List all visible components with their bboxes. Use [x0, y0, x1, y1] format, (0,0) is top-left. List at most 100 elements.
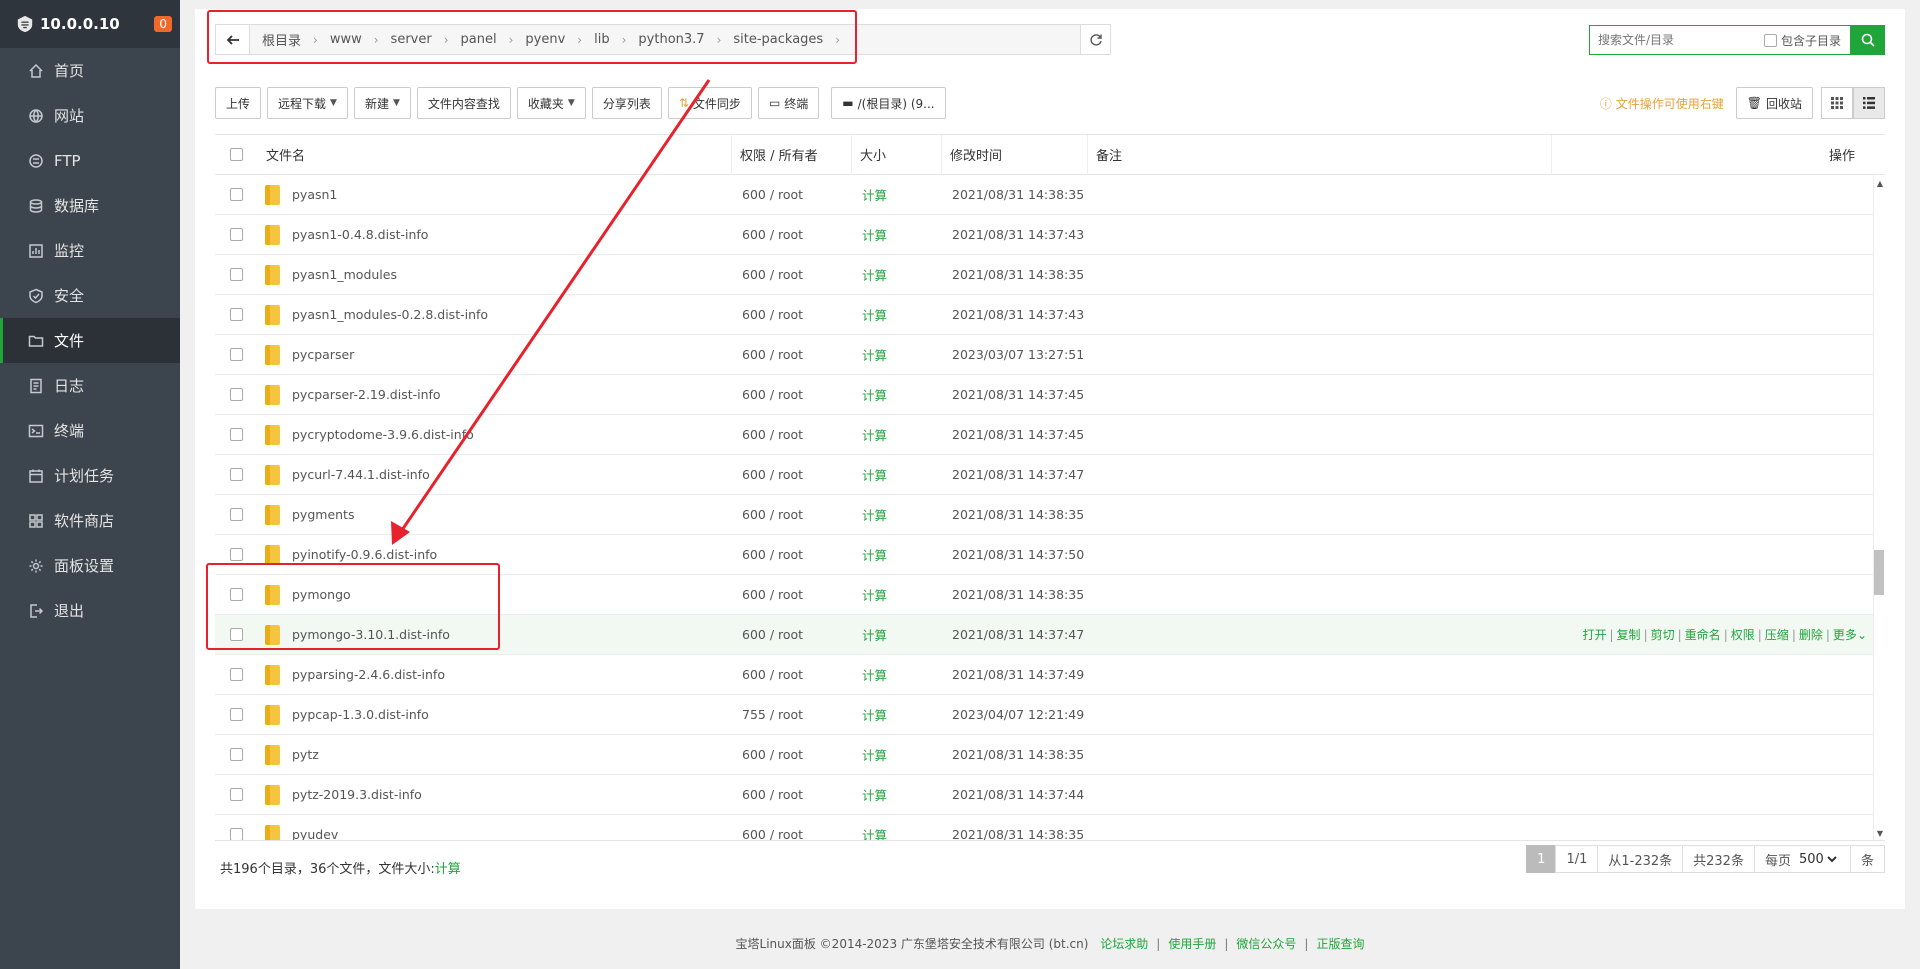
- breadcrumb-item[interactable]: 根目录: [258, 30, 305, 49]
- row-action-5[interactable]: 压缩: [1765, 628, 1789, 642]
- permission-cell[interactable]: 600 / root: [732, 667, 852, 682]
- search-button[interactable]: [1851, 25, 1885, 55]
- sidebar-item-12[interactable]: 退出: [0, 588, 180, 633]
- remote-download-button[interactable]: 远程下载 ▼: [267, 87, 348, 119]
- table-row[interactable]: pypcap-1.3.0.dist-info 755 / root 计算 2023/0…: [215, 695, 1885, 735]
- notification-badge[interactable]: 0: [154, 16, 172, 32]
- size-calc-link[interactable]: 计算: [852, 305, 942, 324]
- col-name[interactable]: 文件名: [258, 135, 732, 175]
- col-mtime[interactable]: 修改时间: [942, 135, 1088, 175]
- file-name[interactable]: pyasn1_modules-0.2.8.dist-info: [292, 307, 488, 322]
- row-checkbox[interactable]: [230, 348, 243, 361]
- row-action-7[interactable]: 更多: [1833, 628, 1857, 642]
- file-name[interactable]: pyasn1_modules: [292, 267, 397, 282]
- size-calc-link[interactable]: 计算: [852, 465, 942, 484]
- upload-button[interactable]: 上传: [215, 87, 262, 119]
- size-calc-link[interactable]: 计算: [852, 185, 942, 204]
- table-row[interactable]: pyinotify-0.9.6.dist-info 600 / root 计算 202…: [215, 535, 1885, 575]
- table-row[interactable]: pymongo 600 / root 计算 2021/08/31 14:38:35: [215, 575, 1885, 615]
- file-name[interactable]: pytz: [292, 747, 319, 762]
- permission-cell[interactable]: 600 / root: [732, 747, 852, 762]
- table-row[interactable]: pycryptodome-3.9.6.dist-info 600 / root 计算…: [215, 415, 1885, 455]
- row-select[interactable]: [215, 308, 258, 321]
- file-name-cell[interactable]: pyparsing-2.4.6.dist-info: [258, 664, 732, 685]
- file-name-cell[interactable]: pyasn1_modules-0.2.8.dist-info: [258, 304, 732, 325]
- size-calc-link[interactable]: 计算: [852, 745, 942, 764]
- breadcrumb-item[interactable]: pyenv: [521, 32, 569, 47]
- footer-link[interactable]: 微信公众号: [1236, 937, 1296, 951]
- per-page-select[interactable]: 500: [1794, 850, 1840, 868]
- permission-cell[interactable]: 600 / root: [732, 507, 852, 522]
- file-name-cell[interactable]: pycparser-2.19.dist-info: [258, 384, 732, 405]
- sidebar-item-1[interactable]: 网站: [0, 93, 180, 138]
- row-select[interactable]: [215, 468, 258, 481]
- scrollbar[interactable]: ▲ ▼: [1873, 175, 1885, 840]
- permission-cell[interactable]: 600 / root: [732, 347, 852, 362]
- table-row[interactable]: pycparser-2.19.dist-info 600 / root 计算 2021…: [215, 375, 1885, 415]
- search-input[interactable]: [1598, 33, 1758, 47]
- col-size[interactable]: 大小: [852, 135, 942, 175]
- calc-total-size-link[interactable]: 计算: [435, 862, 461, 877]
- scroll-thumb[interactable]: [1874, 550, 1884, 595]
- row-checkbox[interactable]: [230, 708, 243, 721]
- file-name[interactable]: pycparser: [292, 347, 354, 362]
- permission-cell[interactable]: 600 / root: [732, 467, 852, 482]
- permission-cell[interactable]: 600 / root: [732, 227, 852, 242]
- sidebar-item-0[interactable]: 首页: [0, 48, 180, 93]
- row-checkbox[interactable]: [230, 388, 243, 401]
- row-checkbox[interactable]: [230, 828, 243, 840]
- table-row[interactable]: pytz-2019.3.dist-info 600 / root 计算 2021/08…: [215, 775, 1885, 815]
- row-select[interactable]: [215, 228, 258, 241]
- row-select[interactable]: [215, 668, 258, 681]
- row-select[interactable]: [215, 428, 258, 441]
- row-checkbox[interactable]: [230, 548, 243, 561]
- file-sync-button[interactable]: ⇅ 文件同步: [667, 87, 752, 119]
- back-button[interactable]: [216, 25, 250, 54]
- file-name-cell[interactable]: pycparser: [258, 344, 732, 365]
- permission-cell[interactable]: 755 / root: [732, 707, 852, 722]
- footer-link[interactable]: 论坛求助: [1100, 937, 1148, 951]
- file-name-cell[interactable]: pyasn1_modules: [258, 264, 732, 285]
- include-subdir-checkbox[interactable]: [1764, 33, 1777, 47]
- row-action-4[interactable]: 权限: [1731, 628, 1755, 642]
- file-name[interactable]: pycparser-2.19.dist-info: [292, 387, 441, 402]
- size-calc-link[interactable]: 计算: [852, 425, 942, 444]
- row-action-6[interactable]: 删除: [1799, 628, 1823, 642]
- table-row[interactable]: pyasn1-0.4.8.dist-info 600 / root 计算 2021/0…: [215, 215, 1885, 255]
- row-checkbox[interactable]: [230, 268, 243, 281]
- permission-cell[interactable]: 600 / root: [732, 627, 852, 642]
- row-select[interactable]: [215, 788, 258, 801]
- favorites-button[interactable]: 收藏夹 ▼: [516, 87, 586, 119]
- breadcrumb-item[interactable]: python3.7: [634, 32, 708, 47]
- table-row[interactable]: pytz 600 / root 计算 2021/08/31 14:38:35: [215, 735, 1885, 775]
- file-name[interactable]: pymongo: [292, 587, 351, 602]
- file-name[interactable]: pyparsing-2.4.6.dist-info: [292, 667, 445, 682]
- file-name[interactable]: pycryptodome-3.9.6.dist-info: [292, 427, 474, 442]
- sidebar-item-7[interactable]: 日志: [0, 363, 180, 408]
- row-select[interactable]: [215, 588, 258, 601]
- file-name[interactable]: pytz-2019.3.dist-info: [292, 787, 422, 802]
- table-row[interactable]: pycparser 600 / root 计算 2023/03/07 13:27:51: [215, 335, 1885, 375]
- file-name-cell[interactable]: pyasn1-0.4.8.dist-info: [258, 224, 732, 245]
- permission-cell[interactable]: 600 / root: [732, 427, 852, 442]
- table-row[interactable]: pycurl-7.44.1.dist-info 600 / root 计算 2021/…: [215, 455, 1885, 495]
- row-select[interactable]: [215, 748, 258, 761]
- grid-view-button[interactable]: [1821, 87, 1853, 119]
- row-select[interactable]: [215, 388, 258, 401]
- row-checkbox[interactable]: [230, 468, 243, 481]
- recycle-bin-button[interactable]: 🗑 回收站: [1735, 87, 1813, 119]
- row-action-1[interactable]: 复制: [1617, 628, 1641, 642]
- row-checkbox[interactable]: [230, 428, 243, 441]
- select-all-checkbox[interactable]: [230, 148, 243, 161]
- file-name-cell[interactable]: pycurl-7.44.1.dist-info: [258, 464, 732, 485]
- row-checkbox[interactable]: [230, 188, 243, 201]
- list-view-button[interactable]: [1853, 87, 1885, 119]
- permission-cell[interactable]: 600 / root: [732, 267, 852, 282]
- size-calc-link[interactable]: 计算: [852, 545, 942, 564]
- disk-button[interactable]: ▬/(根目录) (9...: [831, 87, 946, 119]
- sidebar-item-2[interactable]: FTP: [0, 138, 180, 183]
- file-name[interactable]: pyasn1-0.4.8.dist-info: [292, 227, 428, 242]
- row-select[interactable]: [215, 548, 258, 561]
- row-checkbox[interactable]: [230, 628, 243, 641]
- permission-cell[interactable]: 600 / root: [732, 187, 852, 202]
